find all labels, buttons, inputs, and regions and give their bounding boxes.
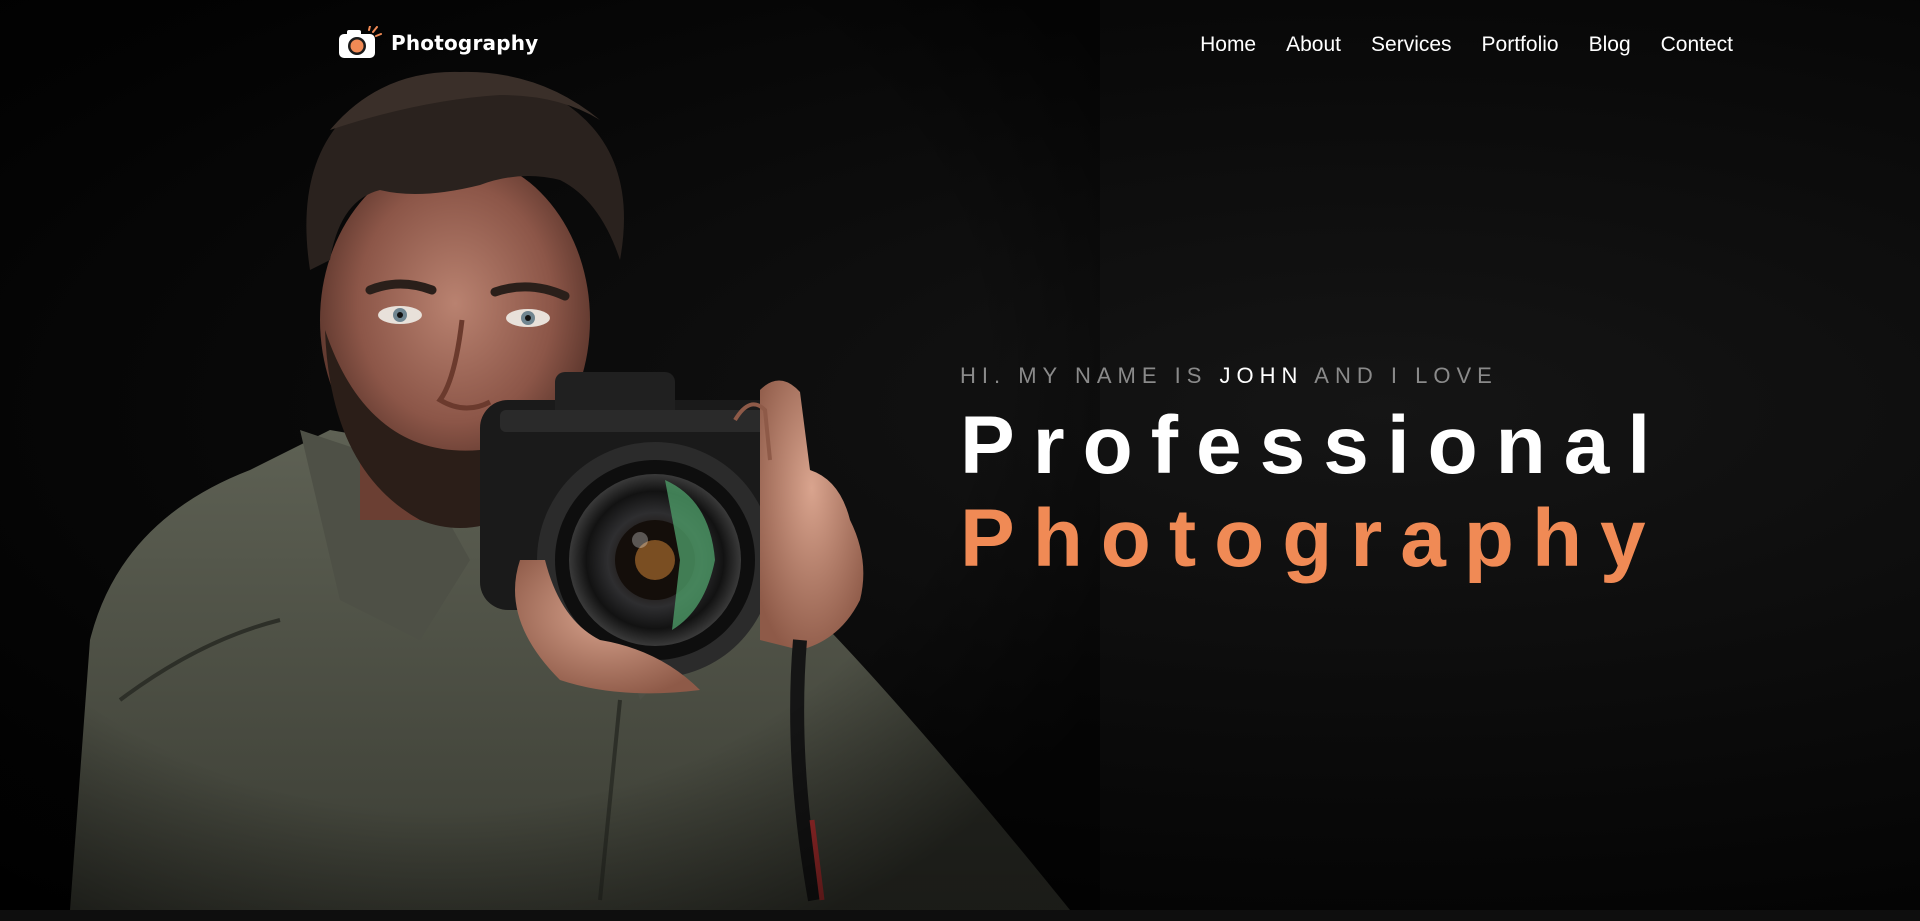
intro-prefix: HI. MY NAME IS [960,363,1220,388]
site-logo[interactable]: Photography [337,26,538,60]
site-header: Photography Home About Services Portfoli… [0,0,1920,90]
hero-intro: HI. MY NAME IS JOHN AND I LOVE [960,362,1668,390]
hero-section: Photography Home About Services Portfoli… [0,0,1920,910]
nav-link-home[interactable]: Home [1200,31,1256,59]
nav-link-services[interactable]: Services [1371,31,1452,59]
hero-headline-line1: Professional [960,400,1669,491]
intro-suffix: AND I LOVE [1303,363,1498,388]
hero-text-block: HI. MY NAME IS JOHN AND I LOVE Professio… [960,362,1668,586]
hero-photographer-image [0,0,1100,910]
nav-link-about[interactable]: About [1286,31,1341,59]
camera-icon [339,26,382,58]
nav-link-portfolio[interactable]: Portfolio [1482,31,1559,59]
nav-link-blog[interactable]: Blog [1589,31,1631,59]
logo-text: Photography [391,31,539,55]
bottom-strip [0,910,1920,921]
nav-link-contact[interactable]: Contect [1661,31,1733,59]
intro-name: JOHN [1219,363,1304,388]
hero-headline-line2: Photography [960,493,1664,584]
main-nav: Home About Services Portfolio Blog Conte… [1170,31,1733,59]
